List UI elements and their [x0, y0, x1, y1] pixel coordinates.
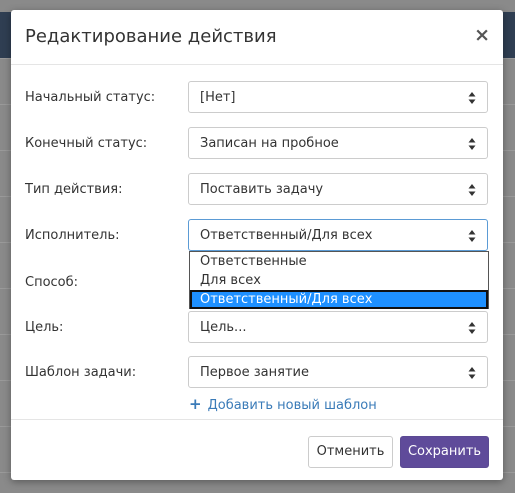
action-type-row: Тип действия: Поставить задачу	[11, 173, 503, 207]
end-status-value: Записан на пробное	[200, 136, 339, 151]
select-arrows-icon	[468, 138, 476, 150]
executor-option-selected[interactable]: Ответственный/Для всех	[190, 290, 488, 309]
plus-icon: +	[189, 395, 202, 413]
executor-option[interactable]: Ответственные	[190, 252, 488, 271]
executor-value: Ответственный/Для всех	[200, 228, 373, 243]
method-label: Способ:	[25, 275, 79, 290]
modal-header: Редактирование действия ×	[11, 10, 503, 65]
select-arrows-icon	[468, 92, 476, 104]
executor-option[interactable]: Для всех	[190, 271, 488, 290]
modal-footer: Отменить Сохранить	[11, 419, 503, 481]
executor-select[interactable]: Ответственный/Для всех	[188, 219, 488, 251]
executor-row: Исполнитель: Ответственный/Для всех	[11, 219, 503, 253]
action-type-value: Поставить задачу	[200, 182, 324, 197]
modal-title: Редактирование действия	[25, 26, 277, 47]
select-arrows-icon	[468, 322, 476, 334]
end-status-label: Конечный статус:	[25, 136, 148, 151]
action-type-label: Тип действия:	[25, 182, 123, 197]
end-status-select[interactable]: Записан на пробное	[188, 127, 488, 159]
start-status-value: [Нет]	[200, 90, 236, 105]
start-status-row: Начальный статус: [Нет]	[11, 81, 503, 115]
task-template-value: Первое занятие	[200, 365, 309, 380]
edit-action-modal: Редактирование действия × Начальный стат…	[11, 10, 503, 480]
start-status-select[interactable]: [Нет]	[188, 81, 488, 113]
executor-dropdown: Ответственные Для всех Ответственный/Для…	[189, 251, 489, 309]
task-template-label: Шаблон задачи:	[25, 365, 137, 380]
close-icon[interactable]: ×	[474, 25, 490, 45]
goal-label: Цель:	[25, 320, 64, 335]
task-template-row: Шаблон задачи: Первое занятие	[11, 356, 503, 390]
select-arrows-icon	[468, 230, 476, 242]
select-arrows-icon	[468, 184, 476, 196]
goal-select[interactable]: Цель...	[188, 311, 488, 343]
executor-label: Исполнитель:	[25, 228, 120, 243]
goal-row: Цель: Цель...	[11, 311, 503, 345]
start-status-label: Начальный статус:	[25, 90, 156, 105]
action-type-select[interactable]: Поставить задачу	[188, 173, 488, 205]
save-button[interactable]: Сохранить	[400, 436, 489, 468]
add-template-label: Добавить новый шаблон	[207, 398, 377, 413]
cancel-button[interactable]: Отменить	[308, 436, 393, 468]
add-template-link[interactable]: + Добавить новый шаблон	[189, 395, 377, 413]
select-arrows-icon	[468, 367, 476, 379]
goal-value: Цель...	[200, 320, 247, 335]
task-template-select[interactable]: Первое занятие	[188, 356, 488, 388]
end-status-row: Конечный статус: Записан на пробное	[11, 127, 503, 161]
